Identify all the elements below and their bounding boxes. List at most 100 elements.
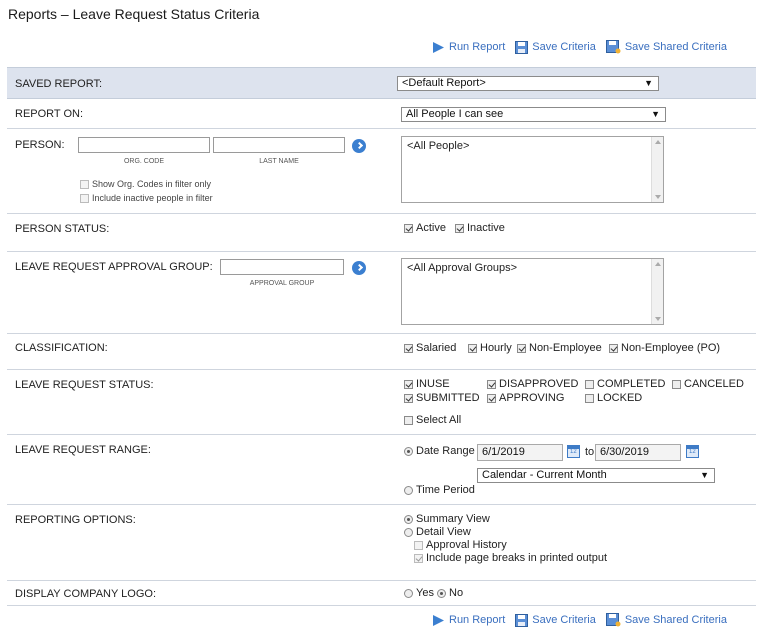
radio[interactable] <box>437 588 446 598</box>
chevron-down-icon: ▼ <box>700 470 709 480</box>
completed-option[interactable]: COMPLETED <box>585 378 665 390</box>
scroll-down-icon[interactable] <box>655 317 661 321</box>
page-breaks-option[interactable]: Include page breaks in printed output <box>414 552 607 564</box>
checkbox[interactable] <box>585 379 594 389</box>
canceled-option[interactable]: CANCELED <box>672 378 744 390</box>
select-all-option[interactable]: Select All <box>404 414 461 426</box>
scrollbar[interactable] <box>651 259 663 324</box>
active-option[interactable]: Active <box>404 222 446 234</box>
checkbox[interactable] <box>609 343 618 353</box>
checkbox[interactable] <box>80 193 89 203</box>
date-range-label: Date Range <box>416 445 475 457</box>
detail-view-label: Detail View <box>416 526 471 538</box>
logo-yes-option[interactable]: Yes <box>404 587 434 599</box>
run-report-button[interactable]: Run Report <box>432 41 505 54</box>
person-listbox[interactable]: <All People> <box>401 136 664 203</box>
checkbox[interactable] <box>404 223 413 233</box>
radio[interactable] <box>404 485 413 495</box>
checkbox[interactable] <box>455 223 464 233</box>
inuse-option[interactable]: INUSE <box>404 378 450 390</box>
last-name-input[interactable] <box>213 137 345 153</box>
salaried-option[interactable]: Salaried <box>404 342 456 354</box>
inuse-label: INUSE <box>416 378 450 390</box>
page-title: Reports – Leave Request Status Criteria <box>8 6 260 22</box>
date-range-option[interactable]: Date Range <box>404 445 475 457</box>
saved-report-row: SAVED REPORT: <Default Report> ▼ <box>7 67 756 99</box>
person-list-item[interactable]: <All People> <box>407 140 469 152</box>
calendar-icon[interactable] <box>567 445 580 458</box>
active-label: Active <box>416 222 446 234</box>
radio[interactable] <box>404 514 413 524</box>
save-criteria-button[interactable]: Save Criteria <box>515 40 596 54</box>
submitted-option[interactable]: SUBMITTED <box>404 392 480 404</box>
run-report-button[interactable]: Run Report <box>432 614 505 627</box>
hourly-option[interactable]: Hourly <box>468 342 512 354</box>
locked-label: LOCKED <box>597 392 643 404</box>
approving-option[interactable]: APPROVING <box>487 392 564 404</box>
disapproved-option[interactable]: DISAPPROVED <box>487 378 578 390</box>
logo-no-option[interactable]: No <box>437 587 463 599</box>
salaried-label: Salaried <box>416 342 457 354</box>
approval-group-list-item[interactable]: <All Approval Groups> <box>407 262 517 274</box>
report-on-select[interactable]: All People I can see ▼ <box>401 107 666 122</box>
approval-history-label: Approval History <box>426 539 507 551</box>
checkbox[interactable] <box>414 540 423 550</box>
person-search-button[interactable] <box>352 139 366 153</box>
scroll-up-icon[interactable] <box>655 140 661 144</box>
checkbox[interactable] <box>414 553 423 563</box>
checkbox[interactable] <box>404 415 413 425</box>
approval-group-input[interactable] <box>220 259 344 275</box>
summary-view-option[interactable]: Summary View <box>404 513 490 525</box>
time-period-option[interactable]: Time Period <box>404 484 475 496</box>
non-employee-po-label: Non-Employee (PO) <box>621 342 721 354</box>
non-employee-label: Non-Employee <box>529 342 602 354</box>
play-icon <box>433 41 444 53</box>
checkbox[interactable] <box>468 343 477 353</box>
save-criteria-button[interactable]: Save Criteria <box>515 613 596 627</box>
chevron-down-icon: ▼ <box>644 78 653 88</box>
inactive-option[interactable]: Inactive <box>455 222 505 234</box>
non-employee-option[interactable]: Non-Employee <box>517 342 602 354</box>
company-logo-label: DISPLAY COMPANY LOGO: <box>15 588 157 600</box>
org-code-input[interactable] <box>78 137 210 153</box>
radio[interactable] <box>404 446 413 456</box>
scroll-down-icon[interactable] <box>655 195 661 199</box>
classification-row: CLASSIFICATION: Salaried Hourly Non-Empl… <box>7 334 756 370</box>
detail-view-option[interactable]: Detail View <box>404 526 471 538</box>
approval-group-search-button[interactable] <box>352 261 366 275</box>
include-inactive-option[interactable]: Include inactive people in filter <box>80 193 213 203</box>
checkbox[interactable] <box>404 393 413 403</box>
checkbox[interactable] <box>404 379 413 389</box>
person-row: PERSON: ORG. CODE LAST NAME Show Org. Co… <box>7 129 756 214</box>
save-criteria-label: Save Criteria <box>532 41 596 53</box>
checkbox[interactable] <box>517 343 526 353</box>
scrollbar[interactable] <box>651 137 663 202</box>
to-date-input[interactable]: 6/30/2019 <box>595 444 681 461</box>
calendar-icon[interactable] <box>686 445 699 458</box>
checkbox[interactable] <box>585 393 594 403</box>
save-shared-criteria-button[interactable]: Save Shared Criteria <box>605 613 727 627</box>
checkbox[interactable] <box>404 343 413 353</box>
summary-view-label: Summary View <box>416 513 490 525</box>
radio[interactable] <box>404 527 413 537</box>
checkbox[interactable] <box>672 379 681 389</box>
checkbox[interactable] <box>487 379 496 389</box>
period-select[interactable]: Calendar - Current Month ▼ <box>477 468 715 483</box>
scroll-up-icon[interactable] <box>655 262 661 266</box>
from-date-input[interactable]: 6/1/2019 <box>477 444 563 461</box>
checkbox[interactable] <box>80 179 89 189</box>
period-select-value: Calendar - Current Month <box>482 469 607 481</box>
report-on-value: All People I can see <box>406 108 504 120</box>
person-status-row: PERSON STATUS: Active Inactive <box>7 214 756 252</box>
saved-report-select[interactable]: <Default Report> ▼ <box>397 76 659 91</box>
non-employee-po-option[interactable]: Non-Employee (PO) <box>609 342 720 354</box>
chevron-down-icon: ▼ <box>651 109 660 119</box>
approval-history-option[interactable]: Approval History <box>414 539 507 551</box>
show-org-codes-option[interactable]: Show Org. Codes in filter only <box>80 179 211 189</box>
radio[interactable] <box>404 588 413 598</box>
approval-group-listbox[interactable]: <All Approval Groups> <box>401 258 664 325</box>
locked-option[interactable]: LOCKED <box>585 392 642 404</box>
report-on-row: REPORT ON: All People I can see ▼ <box>7 99 756 129</box>
save-shared-criteria-button[interactable]: Save Shared Criteria <box>605 40 727 54</box>
checkbox[interactable] <box>487 393 496 403</box>
